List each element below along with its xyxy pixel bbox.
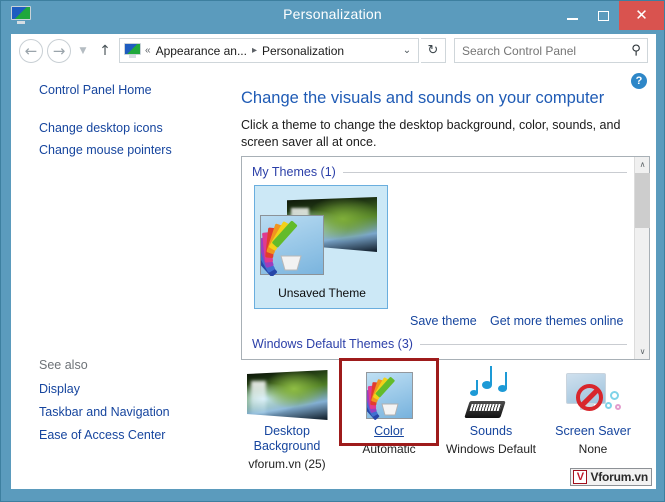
personalization-window: Personalization ✕ ← → ▼ ↑ « Appearance a… [0, 0, 665, 502]
option-title[interactable]: Sounds [441, 424, 541, 439]
refresh-button[interactable]: ↻ [421, 38, 446, 63]
sidebar-item-change-desktop-icons[interactable]: Change desktop icons [39, 121, 163, 135]
save-theme-link[interactable]: Save theme [410, 314, 477, 328]
option-title[interactable]: Color [339, 424, 439, 439]
page-title: Change the visuals and sounds on your co… [241, 89, 605, 107]
bubble-icon [615, 404, 621, 410]
page-subtitle: Click a theme to change the desktop back… [241, 118, 621, 149]
screen-saver-icon-holder [543, 366, 643, 424]
sounds-icon-holder [441, 366, 541, 424]
breadcrumb-overflow-icon[interactable]: « [141, 45, 155, 56]
search-input[interactable] [455, 43, 625, 58]
scrollbar-thumb[interactable] [635, 173, 650, 228]
sidebar-item-change-mouse-pointers[interactable]: Change mouse pointers [39, 143, 172, 157]
option-color[interactable]: Color Automatic [339, 358, 439, 457]
chevron-down-icon: ▼ [79, 45, 87, 56]
sounds-icon [464, 366, 517, 419]
sidebar-item-taskbar-and-navigation[interactable]: Taskbar and Navigation [39, 405, 170, 419]
palette-fan-icon [252, 220, 302, 277]
sidebar-item-ease-of-access-center[interactable]: Ease of Access Center [39, 428, 165, 442]
up-one-level-button[interactable]: ↑ [95, 39, 115, 63]
main-pane: Change the visuals and sounds on your co… [233, 67, 656, 489]
sidebar-item-display[interactable]: Display [39, 382, 80, 396]
navigation-toolbar: ← → ▼ ↑ « Appearance an... ▸ Personaliza… [11, 34, 656, 67]
forward-button[interactable]: → [47, 39, 71, 63]
music-note-icon [482, 366, 492, 389]
breadcrumb-appearance[interactable]: Appearance an... [155, 44, 248, 58]
theme-group-label: My Themes (1) [252, 165, 336, 179]
client-area: ? Control Panel Home Change desktop icon… [11, 67, 656, 489]
option-sounds[interactable]: Sounds Windows Default [441, 366, 541, 457]
music-note-icon [470, 380, 478, 396]
control-panel-monitor-icon [124, 43, 141, 58]
maximize-icon [598, 10, 609, 21]
watermark: V Vforum.vn [570, 468, 652, 486]
bubble-icon [605, 402, 612, 409]
color-palette-icon [252, 215, 324, 277]
theme-tile-unsaved[interactable]: Unsaved Theme [252, 185, 389, 309]
sidebar: Control Panel Home Change desktop icons … [11, 67, 233, 489]
themes-list-content: My Themes (1) Unsaved Theme Save theme G… [242, 157, 634, 359]
recent-locations-button[interactable]: ▼ [75, 39, 91, 63]
breadcrumb-personalization[interactable]: Personalization [261, 44, 345, 58]
screen-saver-icon [564, 371, 622, 419]
close-button[interactable]: ✕ [619, 1, 664, 30]
see-also-label: See also [39, 358, 88, 372]
palette-fan-icon [359, 376, 399, 420]
divider [419, 343, 627, 345]
minimize-icon [567, 18, 578, 20]
themes-scrollbar[interactable]: ∧ ∨ [634, 157, 650, 359]
wallpaper-icon [246, 370, 328, 420]
watermark-text: Vforum.vn [590, 470, 648, 484]
keyboard-icon [464, 401, 506, 418]
themes-list-panel[interactable]: My Themes (1) Unsaved Theme Save theme G… [241, 156, 650, 360]
option-desktop-background[interactable]: Desktop Background vforum.vn (25) [237, 366, 337, 472]
divider [342, 171, 627, 173]
back-arrow-icon: ← [24, 41, 38, 60]
music-note-icon [498, 371, 507, 392]
bubble-icon [610, 391, 619, 400]
chevron-right-icon[interactable]: ▸ [248, 45, 261, 56]
option-title[interactable]: Desktop Background [237, 424, 337, 454]
up-arrow-icon: ↑ [99, 43, 111, 59]
title-bar: Personalization ✕ [1, 1, 664, 32]
theme-group-label: Windows Default Themes (3) [252, 337, 413, 351]
search-icon[interactable]: ⚲ [625, 43, 647, 58]
close-icon: ✕ [635, 6, 648, 24]
address-bar[interactable]: « Appearance an... ▸ Personalization ⌄ [119, 38, 419, 63]
option-status: Windows Default [445, 442, 537, 456]
no-entry-icon [576, 384, 603, 411]
option-title[interactable]: Screen Saver [543, 424, 643, 439]
option-status: None [578, 442, 608, 456]
sidebar-item-control-panel-home[interactable]: Control Panel Home [39, 83, 152, 97]
theme-tile-label: Unsaved Theme [278, 286, 366, 300]
vforum-logo-icon: V [573, 470, 588, 484]
maximize-button[interactable] [588, 1, 619, 30]
refresh-icon: ↻ [427, 43, 439, 58]
theme-group-windows-default: Windows Default Themes (3) [252, 337, 627, 351]
search-box[interactable]: ⚲ [454, 38, 648, 63]
desktop-background-icon-holder [237, 366, 337, 424]
address-dropdown-icon[interactable]: ⌄ [396, 45, 418, 56]
back-button[interactable]: ← [19, 39, 43, 63]
option-status: vforum.vn (25) [248, 457, 326, 471]
minimize-button[interactable] [557, 1, 588, 30]
color-icon-holder [339, 366, 439, 424]
get-more-themes-online-link[interactable]: Get more themes online [490, 314, 623, 328]
scroll-up-icon[interactable]: ∧ [635, 157, 650, 172]
forward-arrow-icon: → [52, 41, 66, 60]
theme-thumbnail [252, 193, 389, 285]
scroll-down-icon[interactable]: ∨ [635, 344, 650, 359]
color-palette-icon [359, 371, 413, 420]
theme-group-my-themes: My Themes (1) [252, 165, 627, 179]
option-screen-saver[interactable]: Screen Saver None [543, 366, 643, 457]
